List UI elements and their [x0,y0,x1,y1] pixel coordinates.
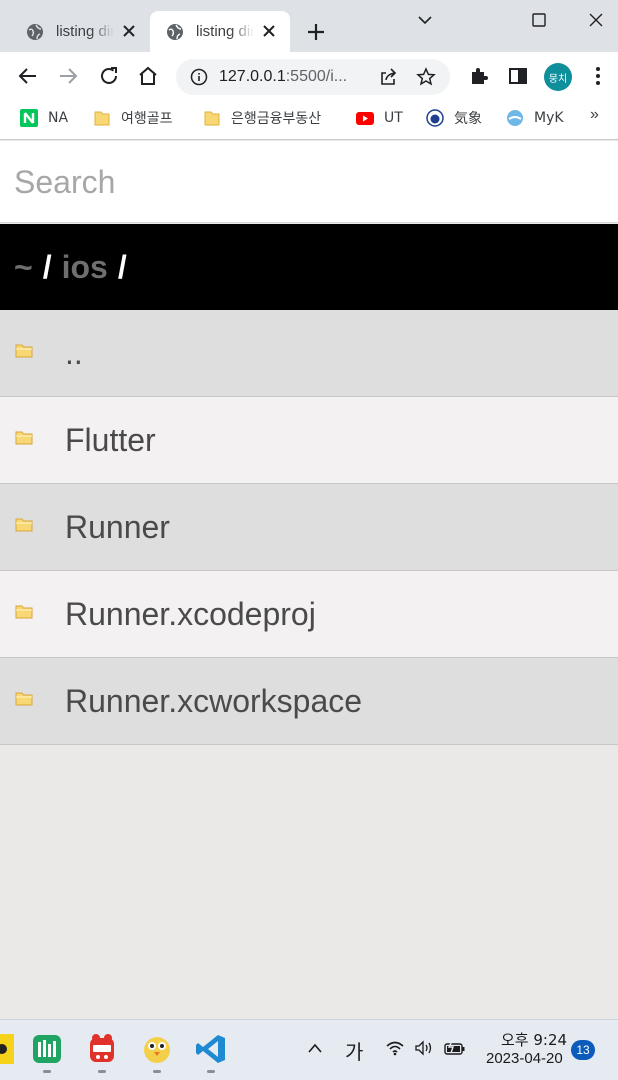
folder-icon [15,344,33,358]
bookmarks-overflow-chevron[interactable]: » [590,106,599,124]
share-icon[interactable] [378,67,398,87]
bar-chart-app-icon [33,1035,61,1063]
running-indicator [43,1070,51,1073]
chevron-up-icon[interactable] [307,1042,323,1054]
extensions-puzzle-icon[interactable] [467,64,491,88]
reload-icon[interactable] [97,64,121,88]
list-item-runner-xcodeproj[interactable]: Runner.xcodeproj [0,571,618,658]
list-item-parent-dir[interactable]: .. [0,310,618,397]
close-icon[interactable] [262,24,276,38]
bookmark-na[interactable]: NA [20,108,68,128]
list-item-runner[interactable]: Runner [0,484,618,571]
browser-tab-strip: listing directory listing directory [0,0,618,52]
tab-title: listing directory [196,23,254,40]
entry-name[interactable]: Runner.xcworkspace [65,658,362,744]
bookmark-ut[interactable]: UT [356,108,403,128]
folder-icon [15,605,33,619]
tab-title: listing directory [56,23,114,40]
folder-icon [94,111,110,126]
folder-icon [15,431,33,445]
entry-name[interactable]: Runner.xcodeproj [65,571,316,657]
running-indicator [98,1070,106,1073]
breadcrumb-ios-link[interactable]: ios [62,249,108,286]
bookmark-myk[interactable]: MyK [506,108,564,128]
bookmark-folder-finance[interactable]: 은행금융부동산 [203,108,321,128]
running-indicator [207,1070,215,1073]
cloud-icon [507,110,523,126]
folder-icon [15,692,33,706]
ime-indicator[interactable]: 가 [345,1036,363,1065]
folder-icon [204,111,220,126]
profile-avatar[interactable]: 뭉치 [544,63,572,91]
folder-icon [15,518,33,532]
browser-toolbar: 127.0.0.1:5500/i... [0,52,618,100]
clock-time[interactable]: 오후 9:24 [501,1029,567,1050]
app-icon [0,1034,18,1064]
clock-date[interactable]: 2023-04-20 [486,1050,563,1067]
new-tab-plus-icon[interactable] [306,22,326,42]
address-url: 127.0.0.1:5500/i... [219,68,348,85]
kebab-menu-icon[interactable] [586,64,610,88]
globe-icon [167,23,183,40]
browser-tab-1[interactable]: listing directory [10,11,150,52]
search-bar [0,141,618,223]
wifi-icon[interactable] [385,1040,405,1056]
breadcrumb-separator: / [42,248,52,285]
address-bar[interactable]: 127.0.0.1:5500/i... [176,59,450,95]
taskbar-app-pdf[interactable] [86,1032,118,1073]
speaker-icon[interactable] [414,1040,434,1056]
forward-arrow-icon[interactable] [56,64,80,88]
maximize-icon[interactable] [527,8,551,32]
list-item-runner-xcworkspace[interactable]: Runner.xcworkspace [0,658,618,745]
globe-icon [27,23,43,40]
directory-listing: .. Flutter Runner Runner.xcodeproj Runne… [0,310,618,745]
taskbar-app-vscode[interactable] [195,1032,227,1073]
star-icon[interactable] [416,67,436,87]
entry-name[interactable]: .. [65,310,83,396]
back-arrow-icon[interactable] [16,64,40,88]
browser-tab-2[interactable]: listing directory [150,11,290,52]
breadcrumb-home-link[interactable]: ~ [14,249,33,286]
side-panel-icon[interactable] [506,64,530,88]
home-icon[interactable] [136,64,160,88]
battery-charging-icon[interactable] [444,1040,466,1056]
vscode-icon [196,1035,225,1063]
search-input[interactable] [0,141,618,223]
bookmark-folder-travel[interactable]: 여행골프 [93,108,173,128]
weather-icon [426,109,444,127]
pdf-app-icon [90,1034,114,1062]
bookmarks-bar: NA 여행골프 은행금융부동산 UT 気象 MyK [0,100,618,140]
screen: listing directory listing directory 127.… [0,0,618,1080]
entry-name[interactable]: Flutter [65,397,156,483]
running-indicator [153,1070,161,1073]
window-close-icon[interactable] [584,8,608,32]
info-icon[interactable] [190,68,208,86]
close-icon[interactable] [122,24,136,38]
notification-badge[interactable]: 13 [571,1040,595,1060]
taskbar-app-partial[interactable] [0,1032,18,1066]
breadcrumb-separator: / [117,248,127,285]
taskbar-app-bird[interactable] [141,1032,173,1073]
naver-icon [20,109,38,127]
entry-name[interactable]: Runner [65,484,170,570]
bookmark-weather[interactable]: 気象 [426,108,482,128]
taskbar-app-green-bars[interactable] [31,1032,63,1073]
bird-app-icon [144,1037,170,1063]
youtube-icon [356,112,374,125]
list-item-flutter[interactable]: Flutter [0,397,618,484]
chevron-down-icon[interactable] [413,8,437,32]
breadcrumb: ~ / ios / [0,224,618,310]
